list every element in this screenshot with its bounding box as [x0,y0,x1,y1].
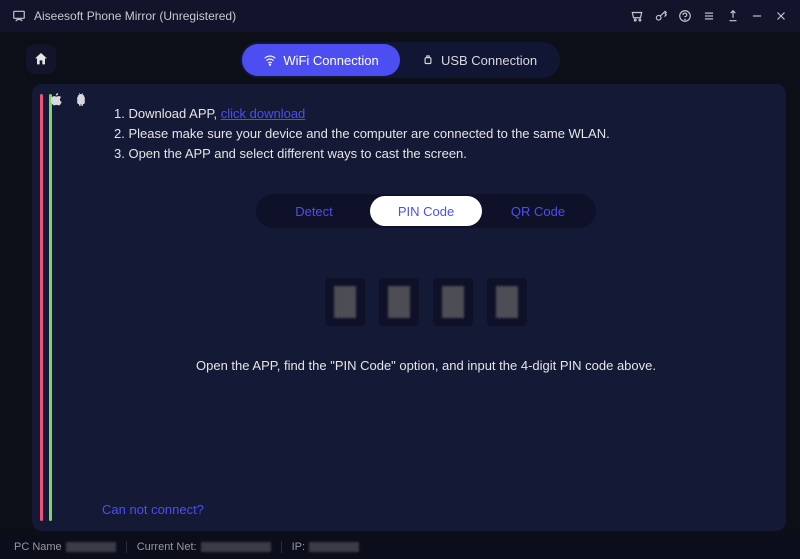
pin-digit-2 [379,278,419,326]
inst-line2: 2. Please make sure your device and the … [114,124,760,144]
tab-wifi-label: WiFi Connection [283,53,378,68]
apple-icon[interactable] [50,92,64,106]
minimize-icon[interactable] [750,9,764,23]
pin-display [92,278,760,326]
connection-tabs: WiFi Connection USB Connection [240,42,560,78]
tab-qrcode[interactable]: QR Code [482,196,594,226]
app-title: Aiseesoft Phone Mirror (Unregistered) [34,9,236,23]
app-logo-icon [12,9,26,23]
pc-name-label: PC Name [14,541,62,553]
pin-icon[interactable] [726,9,740,23]
ip-label: IP: [292,541,305,553]
current-net-label: Current Net: [137,541,197,553]
close-icon[interactable] [774,9,788,23]
pin-hint: Open the APP, find the "PIN Code" option… [92,358,760,373]
inst-line3: 3. Open the APP and select different way… [114,144,760,164]
ios-rail [40,94,43,521]
cannot-connect-link[interactable]: Can not connect? [102,502,204,517]
main-panel: 1. Download APP, click download 2. Pleas… [32,84,786,531]
android-rail [49,94,52,521]
tab-pincode[interactable]: PIN Code [370,196,482,226]
feedback-icon[interactable] [678,9,692,23]
pin-digit-1 [325,278,365,326]
tab-usb-label: USB Connection [441,53,537,68]
cart-icon[interactable] [630,9,644,23]
key-icon[interactable] [654,9,668,23]
ip-value [309,542,359,552]
method-tabs: Detect PIN Code QR Code [256,194,596,228]
device-rails [32,94,72,521]
click-download-link[interactable]: click download [221,106,306,121]
home-button[interactable] [26,44,56,74]
inst-line1-text: 1. Download APP, [114,106,221,121]
current-net-value [201,542,271,552]
pin-digit-4 [487,278,527,326]
tab-usb[interactable]: USB Connection [400,44,558,76]
android-icon[interactable] [74,92,88,106]
pin-digit-3 [433,278,473,326]
pc-name-value [66,542,116,552]
status-bar: PC Name Current Net: IP: [0,535,800,559]
instructions: 1. Download APP, click download 2. Pleas… [114,104,760,164]
tab-detect[interactable]: Detect [258,196,370,226]
wifi-icon [263,53,277,67]
tab-wifi[interactable]: WiFi Connection [242,44,400,76]
menu-icon[interactable] [702,9,716,23]
usb-icon [421,53,435,67]
